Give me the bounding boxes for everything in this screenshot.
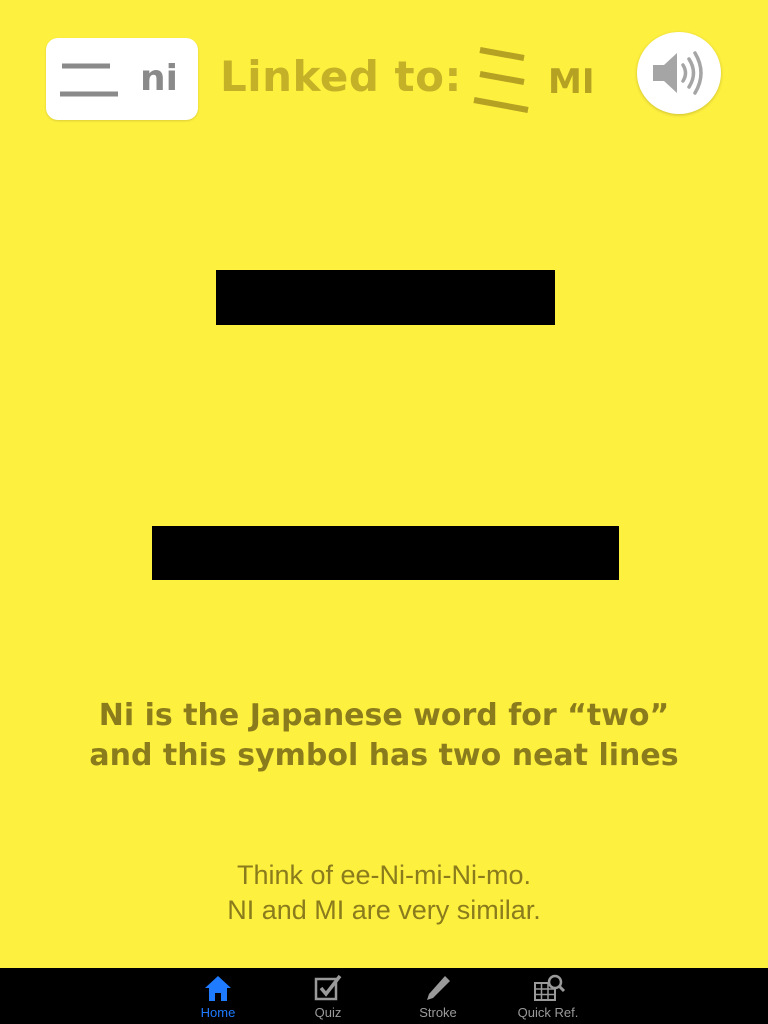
hint-line-2: NI and MI are very similar. [227,895,541,925]
tab-quiz[interactable]: Quiz [278,968,378,1024]
tab-label-quiz: Quiz [314,1005,342,1020]
tab-label-home: Home [200,1005,236,1020]
tab-home[interactable]: Home [168,968,268,1024]
tab-quick-ref[interactable]: Quick Ref. [498,968,598,1024]
tab-bar: Home Quiz Stroke Quick Ref. [0,968,768,1024]
hint-text: Think of ee-Ni-mi-Ni-mo. NI and MI are v… [84,858,684,928]
hint-line-1: Think of ee-Ni-mi-Ni-mo. [236,860,532,890]
mi-kana-icon[interactable] [470,44,534,120]
pencil-icon [427,976,450,1000]
sound-button[interactable] [637,32,721,114]
current-kana-romaji: ni [140,58,178,99]
speaker-icon [653,51,703,95]
current-kana-card[interactable]: ni [46,38,198,120]
kana-stroke-1 [216,270,555,325]
linked-kana-romaji[interactable]: MI [548,62,594,102]
grid-search-icon [534,974,566,1001]
tab-stroke[interactable]: Stroke [388,968,488,1024]
linked-to-label: Linked to: [220,52,462,101]
tab-label-stroke: Stroke [419,1005,457,1020]
tab-label-quick-ref: Quick Ref. [517,1005,579,1020]
ni-kana-icon [58,58,122,106]
kana-stroke-2 [152,526,619,580]
checkbox-icon [314,974,342,1001]
home-icon [205,976,231,1001]
mnemonic-text: Ni is the Japanese word for “two” and th… [89,698,679,773]
